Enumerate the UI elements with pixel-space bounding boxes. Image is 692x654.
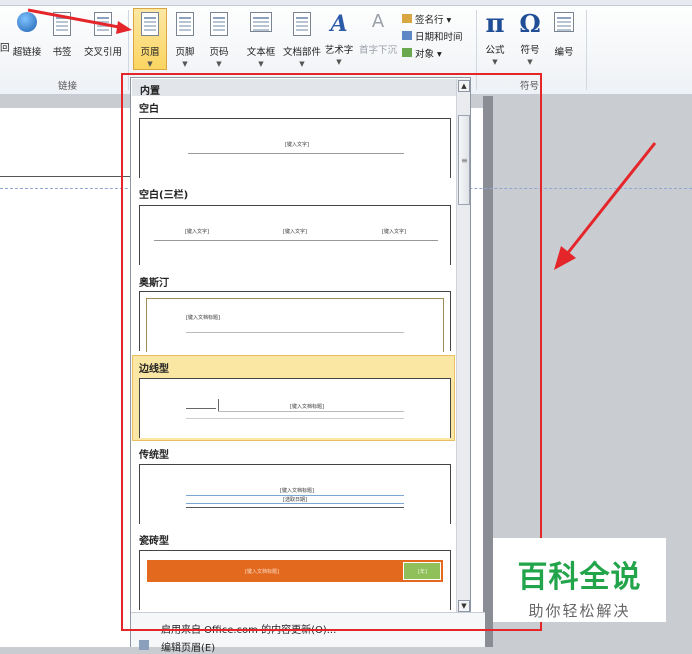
watermark-title: 百科全说 bbox=[517, 560, 642, 595]
arrow-to-gallery bbox=[554, 142, 657, 270]
arrow-to-header-button bbox=[27, 8, 132, 34]
watermark-logo: 百科全说 助你轻松解决 bbox=[493, 538, 666, 622]
watermark-subtitle: 助你轻松解决 bbox=[528, 602, 631, 620]
